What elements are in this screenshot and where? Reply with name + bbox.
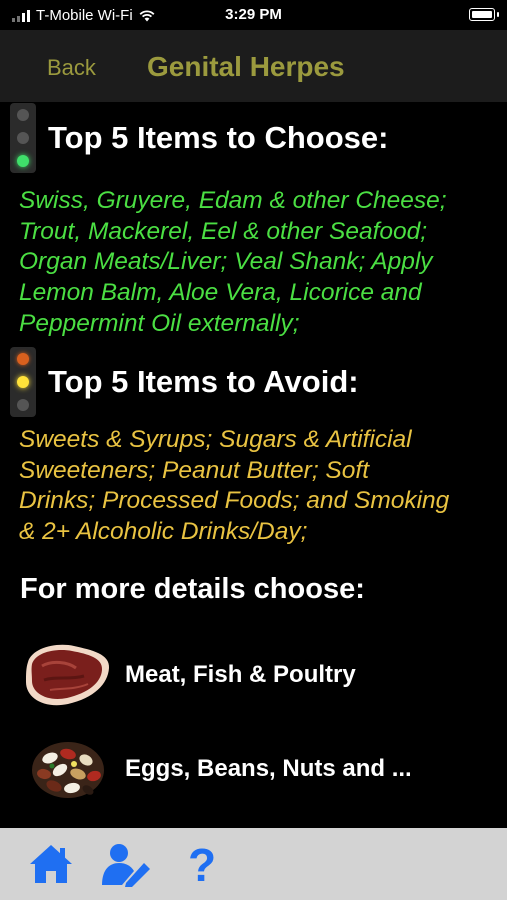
status-time: 3:29 PM — [225, 6, 282, 23]
avoid-line: & 2+ Alcoholic Drinks/Day; — [19, 518, 308, 546]
home-icon[interactable] — [27, 841, 75, 887]
category-label: Eggs, Beans, Nuts and ... — [125, 755, 412, 782]
edit-profile-icon[interactable] — [100, 841, 150, 887]
category-eggs-beans-nuts[interactable]: Eggs, Beans, Nuts and ... — [20, 726, 490, 812]
steak-icon — [20, 635, 116, 715]
choose-list: Swiss, Gruyere, Edam & other Cheese; Tro… — [19, 186, 497, 340]
back-button[interactable]: Back — [47, 55, 96, 81]
avoid-line: Sweeteners; Peanut Butter; Soft — [19, 456, 370, 484]
yellow-traffic-light-icon — [10, 347, 36, 417]
avoid-list: Sweets & Syrups; Sugars & Artificial Swe… — [19, 425, 497, 548]
page-title: Genital Herpes — [147, 51, 345, 82]
tab-bar: ? — [0, 828, 507, 900]
battery-icon — [469, 8, 495, 21]
beans-icon — [20, 729, 116, 809]
category-label: Meat, Fish & Poultry — [125, 661, 356, 688]
choose-line: Lemon Balm, Aloe Vera, Licorice and — [19, 279, 422, 307]
green-traffic-light-icon — [10, 103, 36, 173]
choose-line: Swiss, Gruyere, Edam & other Cheese; — [19, 187, 447, 214]
details-heading: For more details choose: — [20, 573, 365, 605]
avoid-line: Sweets & Syrups; Sugars & Artificial — [19, 426, 412, 453]
choose-section-title: Top 5 Items to Choose: — [48, 120, 389, 155]
svg-text:?: ? — [188, 841, 216, 887]
category-meat-fish-poultry[interactable]: Meat, Fish & Poultry — [20, 632, 490, 718]
status-bar: T-Mobile Wi-Fi 3:29 PM — [0, 0, 507, 30]
battery-tip — [497, 12, 499, 17]
avoid-section-header: Top 5 Items to Avoid: — [10, 347, 359, 417]
choose-line: Peppermint Oil externally; — [19, 309, 300, 337]
avoid-section-title: Top 5 Items to Avoid: — [48, 364, 359, 399]
choose-line: Organ Meats/Liver; Veal Shank; Apply — [19, 248, 433, 276]
nav-bar: Back Genital Herpes — [0, 30, 507, 102]
choose-line: Trout, Mackerel, Eel & other Seafood; — [19, 217, 428, 245]
help-icon[interactable]: ? — [180, 839, 228, 891]
avoid-line: Drinks; Processed Foods; and Smoking — [19, 487, 450, 515]
choose-section-header: Top 5 Items to Choose: — [10, 103, 388, 173]
